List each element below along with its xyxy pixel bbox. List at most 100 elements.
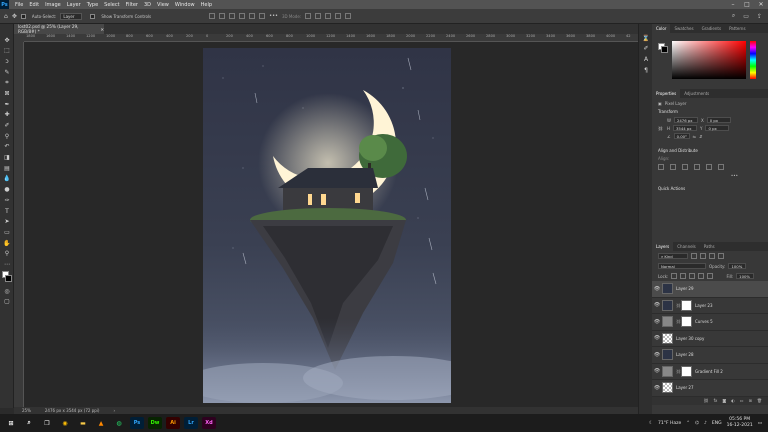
- more-options-icon[interactable]: •••: [269, 13, 278, 19]
- link-icon[interactable]: ⛓: [658, 126, 664, 131]
- menu-image[interactable]: Image: [42, 2, 64, 8]
- marquee-tool-icon[interactable]: ⬚: [2, 47, 12, 55]
- task-view-icon[interactable]: ❐: [40, 417, 54, 429]
- background-color-swatch[interactable]: [5, 275, 12, 283]
- taskbar-app-dw[interactable]: Dw: [148, 417, 162, 429]
- eyedropper-tool-icon[interactable]: ✒: [2, 100, 12, 108]
- flip-vertical-icon[interactable]: ⇵: [699, 134, 702, 139]
- filter-shape-icon[interactable]: [718, 253, 724, 259]
- mask-link-icon[interactable]: ⛓: [676, 369, 681, 374]
- share-icon[interactable]: ⇪: [757, 13, 762, 20]
- 3d-orbit-icon[interactable]: [305, 13, 312, 19]
- network-icon[interactable]: ⌬: [695, 421, 699, 426]
- layer-name[interactable]: Layer 30 copy: [676, 336, 704, 341]
- menu-view[interactable]: View: [154, 2, 172, 8]
- auto-select-checkbox[interactable]: [20, 13, 26, 19]
- 3d-pan-icon[interactable]: [325, 13, 332, 19]
- quick-actions-heading[interactable]: Quick Actions: [652, 183, 768, 194]
- search-icon[interactable]: ⌕: [22, 417, 36, 429]
- trash-icon[interactable]: 🗑: [757, 398, 762, 403]
- flip-horizontal-icon[interactable]: ⇋: [693, 134, 696, 139]
- add-mask-icon[interactable]: ◙: [722, 398, 726, 403]
- group-icon[interactable]: ▭: [740, 398, 744, 403]
- document-canvas[interactable]: [183, 48, 483, 403]
- volume-icon[interactable]: ♪: [704, 421, 707, 426]
- color-background-swatch[interactable]: [661, 46, 668, 53]
- layer-name[interactable]: Layer 23: [695, 303, 713, 308]
- horizontal-ruler[interactable]: 1800 1600 1400 1200 1000 800 600 400 200 0 200 400 6…: [24, 34, 638, 42]
- layer-name[interactable]: Layer 27: [676, 385, 694, 390]
- lock-image-icon[interactable]: [680, 273, 687, 279]
- clone-stamp-tool-icon[interactable]: ⚲: [2, 132, 12, 140]
- lock-position-icon[interactable]: [689, 273, 696, 279]
- brush-tool-icon[interactable]: ✐: [2, 122, 12, 130]
- vertical-ruler[interactable]: [14, 42, 24, 407]
- healing-brush-tool-icon[interactable]: ✚: [2, 111, 12, 119]
- hand-tool-icon[interactable]: ✋: [2, 239, 12, 247]
- layer-name[interactable]: Layer 29: [676, 286, 694, 291]
- status-arrow-icon[interactable]: ›: [113, 408, 115, 413]
- menu-3d[interactable]: 3D: [141, 2, 154, 8]
- align-left-icon[interactable]: [209, 13, 216, 19]
- vlc-icon[interactable]: ▲: [94, 417, 108, 429]
- tab-gradients[interactable]: Gradients: [698, 24, 726, 33]
- blend-mode-dropdown[interactable]: Normal: [658, 263, 706, 269]
- layer-thumbnail[interactable]: [662, 365, 673, 377]
- align-right-edges-icon[interactable]: [682, 164, 688, 170]
- weather-icon[interactable]: ☾: [649, 421, 653, 426]
- menu-filter[interactable]: Filter: [123, 2, 141, 8]
- align-bottom-edges-icon[interactable]: [718, 164, 724, 170]
- move-tool-icon[interactable]: ✥: [2, 36, 12, 44]
- taskbar-app-lr[interactable]: Lr: [184, 417, 198, 429]
- layer-thumbnail[interactable]: [662, 283, 673, 295]
- tab-channels[interactable]: Channels: [673, 242, 700, 251]
- layer-row[interactable]: 👁 Layer 27: [652, 380, 768, 397]
- type-tool-icon[interactable]: T: [2, 207, 12, 215]
- y-field[interactable]: 0 px: [705, 125, 730, 131]
- character-panel-icon[interactable]: A: [641, 55, 651, 63]
- layer-thumbnail[interactable]: [662, 299, 673, 311]
- visibility-eye-icon[interactable]: 👁: [652, 286, 662, 292]
- screen-mode-icon[interactable]: ▢: [2, 298, 12, 306]
- taskbar-app-xd[interactable]: Xd: [202, 417, 216, 429]
- width-field[interactable]: 2476 px: [673, 117, 698, 123]
- brush-settings-icon[interactable]: ✐: [641, 45, 651, 53]
- color-spectrum-field[interactable]: [672, 41, 746, 79]
- taskbar-app-ps[interactable]: Ps: [130, 417, 144, 429]
- menu-select[interactable]: Select: [101, 2, 122, 8]
- layer-row[interactable]: 👁 ⛓ Layer 23: [652, 298, 768, 314]
- home-icon[interactable]: ⌂: [4, 13, 8, 20]
- menu-window[interactable]: Window: [172, 2, 198, 8]
- align-left-edges-icon[interactable]: [658, 164, 664, 170]
- adjustment-layer-icon[interactable]: ◐: [731, 398, 735, 403]
- zoom-tool-icon[interactable]: ⚲: [2, 250, 12, 258]
- tray-chevron-icon[interactable]: ⌃: [686, 421, 690, 426]
- layer-thumbnail[interactable]: [662, 332, 673, 344]
- layer-mask-thumbnail[interactable]: [681, 299, 692, 311]
- transform-heading[interactable]: Transform: [652, 106, 768, 117]
- align-middle-icon[interactable]: [249, 13, 256, 19]
- lock-artboard-icon[interactable]: [698, 273, 705, 279]
- blur-tool-icon[interactable]: 💧: [2, 175, 12, 183]
- fill-field[interactable]: 100%: [736, 273, 755, 279]
- 3d-roll-icon[interactable]: [315, 13, 322, 19]
- tab-layers[interactable]: Layers: [652, 242, 674, 251]
- chrome-icon[interactable]: ◉: [58, 417, 72, 429]
- notifications-icon[interactable]: ▭: [758, 421, 762, 426]
- tab-properties[interactable]: Properties: [652, 89, 681, 98]
- angle-field[interactable]: 0.00°: [673, 133, 690, 139]
- layer-thumbnail[interactable]: [662, 382, 673, 394]
- menu-type[interactable]: Type: [84, 2, 101, 8]
- show-transform-checkbox[interactable]: [90, 13, 96, 19]
- rectangle-tool-icon[interactable]: ▭: [2, 228, 12, 236]
- layer-thumbnail[interactable]: [662, 349, 673, 361]
- zoom-level[interactable]: 25%: [22, 408, 31, 413]
- crop-tool-icon[interactable]: ⌗: [2, 79, 12, 87]
- taskbar-app-ai[interactable]: Ai: [166, 417, 180, 429]
- x-field[interactable]: 0 px: [706, 117, 731, 123]
- close-tab-icon[interactable]: ✕: [100, 27, 104, 32]
- tab-patterns[interactable]: Patterns: [725, 24, 749, 33]
- mask-link-icon[interactable]: ⛓: [676, 303, 681, 308]
- tab-paths[interactable]: Paths: [700, 242, 719, 251]
- align-h-centers-icon[interactable]: [670, 164, 676, 170]
